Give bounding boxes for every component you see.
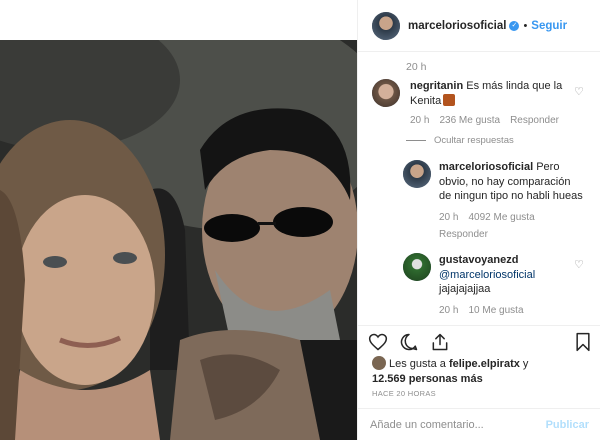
comment-time[interactable]: 20 h bbox=[410, 114, 429, 129]
post-side-panel: marceloriosoficial ✓ • Seguir 20 h negri… bbox=[357, 0, 600, 440]
reply-like-heart-icon[interactable]: ♡ bbox=[574, 258, 584, 271]
likes-summary: Les gusta a felipe.elpiratx y 12.569 per… bbox=[372, 356, 597, 387]
hide-replies-toggle[interactable]: Ocultar respuestas bbox=[406, 135, 514, 146]
hide-replies-label: Ocultar respuestas bbox=[434, 135, 514, 146]
comment-body: negritanin Es más linda que la Kenita 20… bbox=[410, 79, 577, 129]
reply-button[interactable]: Responder bbox=[510, 114, 559, 129]
comment-like-heart-icon[interactable]: ♡ bbox=[574, 85, 584, 98]
post-photo[interactable] bbox=[0, 40, 357, 440]
comment-input[interactable] bbox=[370, 419, 546, 431]
share-icon[interactable] bbox=[430, 332, 450, 352]
reply-meta: 20 h 4092 Me gusta bbox=[439, 211, 585, 226]
reply-time[interactable]: 20 h bbox=[439, 304, 458, 319]
likes-prefix: Les gusta a bbox=[389, 358, 449, 370]
comment-meta: 20 h 236 Me gusta Responder bbox=[410, 114, 577, 129]
comments-list[interactable]: 20 h negritanin Es más linda que la Keni… bbox=[358, 53, 600, 325]
add-comment-bar: Publicar bbox=[358, 408, 600, 440]
reply-button[interactable]: Responder bbox=[439, 228, 488, 243]
reply-avatar[interactable] bbox=[403, 253, 431, 281]
reply-text: jajajajajjaa bbox=[439, 283, 491, 295]
heart-icon[interactable] bbox=[368, 332, 388, 352]
reply-mention[interactable]: @marceloriosoficial bbox=[439, 269, 535, 281]
comment-username[interactable]: negritanin bbox=[410, 80, 463, 92]
reply-body: marceloriosoficial Pero obvio, no hay co… bbox=[439, 160, 585, 243]
reply-time[interactable]: 20 h bbox=[439, 211, 458, 226]
comment-item: negritanin Es más linda que la Kenita 20… bbox=[372, 79, 577, 129]
comment-likes[interactable]: 236 Me gusta bbox=[439, 114, 500, 129]
reply-meta: 20 h 10 Me gusta bbox=[439, 304, 535, 319]
commenter-avatar[interactable] bbox=[372, 79, 400, 107]
reply-item: gustavoyanezd @marceloriosoficial jajaja… bbox=[403, 253, 585, 318]
follow-button[interactable]: Seguir bbox=[531, 20, 567, 32]
author-username[interactable]: marceloriosoficial bbox=[408, 20, 506, 32]
reply-likes[interactable]: 4092 Me gusta bbox=[468, 211, 534, 226]
action-icons bbox=[368, 332, 450, 352]
reply-likes[interactable]: 10 Me gusta bbox=[468, 304, 523, 319]
liker-avatar[interactable] bbox=[372, 356, 386, 370]
bookmark-icon[interactable] bbox=[574, 332, 592, 352]
likes-mid: y bbox=[519, 358, 529, 370]
post-actions: Les gusta a felipe.elpiratx y 12.569 per… bbox=[358, 325, 600, 440]
likes-count[interactable]: 12.569 personas más bbox=[372, 373, 483, 385]
author-avatar[interactable] bbox=[372, 11, 400, 40]
reply-meta-2: Responder bbox=[439, 228, 585, 243]
reply-body: gustavoyanezd @marceloriosoficial jajaja… bbox=[439, 253, 535, 318]
photo-panel bbox=[0, 0, 357, 440]
verified-badge-icon: ✓ bbox=[509, 20, 520, 31]
comment-icon[interactable] bbox=[399, 332, 419, 352]
emoji-icon bbox=[443, 93, 456, 106]
reply-avatar[interactable] bbox=[403, 160, 431, 188]
caption-time: 20 h bbox=[406, 61, 427, 73]
post-header: marceloriosoficial ✓ • Seguir bbox=[358, 0, 600, 52]
reply-item: marceloriosoficial Pero obvio, no hay co… bbox=[403, 160, 585, 243]
separator-dot: • bbox=[523, 19, 528, 32]
post-age[interactable]: HACE 20 HORAS bbox=[372, 389, 436, 398]
post-photo-art bbox=[0, 40, 357, 440]
hide-replies-line bbox=[406, 140, 426, 141]
liker-username[interactable]: felipe.elpiratx bbox=[449, 358, 520, 370]
reply-username[interactable]: gustavoyanezd bbox=[439, 254, 518, 266]
publish-button[interactable]: Publicar bbox=[546, 419, 589, 431]
reply-username[interactable]: marceloriosoficial bbox=[439, 161, 533, 173]
